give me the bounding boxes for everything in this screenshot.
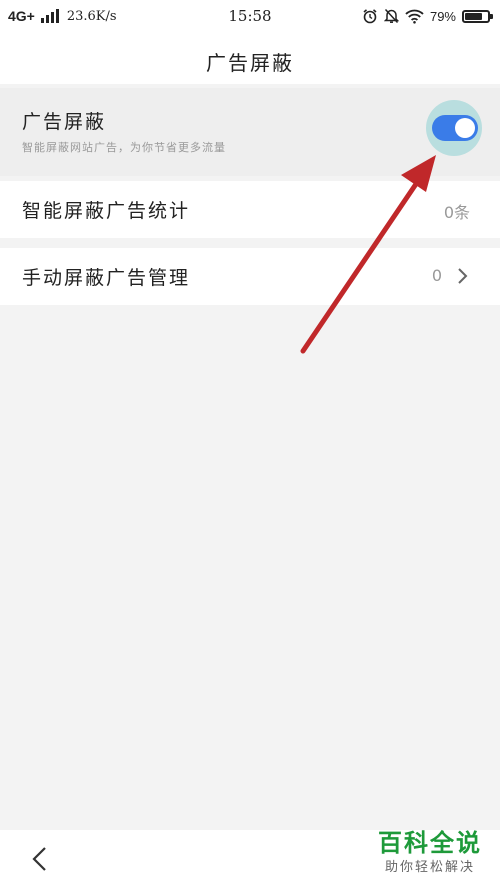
manual-block-count: 0 [431, 266, 442, 285]
ad-block-label: 广告屏蔽 [22, 111, 107, 133]
manual-block-label: 手动屏蔽广告管理 [22, 267, 191, 289]
toggle-knob [455, 118, 475, 138]
watermark: 百科全说 助你轻松解决 [370, 828, 490, 884]
ad-block-row: 广告屏蔽 智能屏蔽网站广告，为你节省更多流量 [0, 88, 500, 176]
ad-block-stats-count: 0条 [443, 203, 470, 222]
page-title: 广告屏蔽 [206, 51, 294, 75]
chevron-right-icon [458, 268, 468, 284]
watermark-brand: 百科全说 [378, 829, 482, 857]
mute-icon [383, 8, 399, 24]
alarm-icon [363, 9, 377, 24]
wifi-icon [405, 9, 424, 24]
manual-block-row[interactable]: 手动屏蔽广告管理 0 [0, 248, 500, 305]
ad-block-stats-label: 智能屏蔽广告统计 [22, 200, 191, 222]
ad-block-stats-row[interactable]: 智能屏蔽广告统计 0条 [0, 181, 500, 238]
watermark-tagline: 助你轻松解决 [384, 860, 475, 875]
status-right: 79% [362, 8, 493, 24]
ad-block-toggle[interactable] [432, 115, 478, 141]
title-bar: 广告屏蔽 [0, 36, 500, 84]
battery-percent: 79% [429, 8, 456, 24]
battery-icon [462, 9, 493, 23]
status-bar: 4G+ 23.6K/s 15:58 79% [0, 0, 500, 36]
ad-block-description: 智能屏蔽网站广告，为你节省更多流量 [22, 141, 226, 154]
back-icon[interactable] [26, 844, 54, 874]
